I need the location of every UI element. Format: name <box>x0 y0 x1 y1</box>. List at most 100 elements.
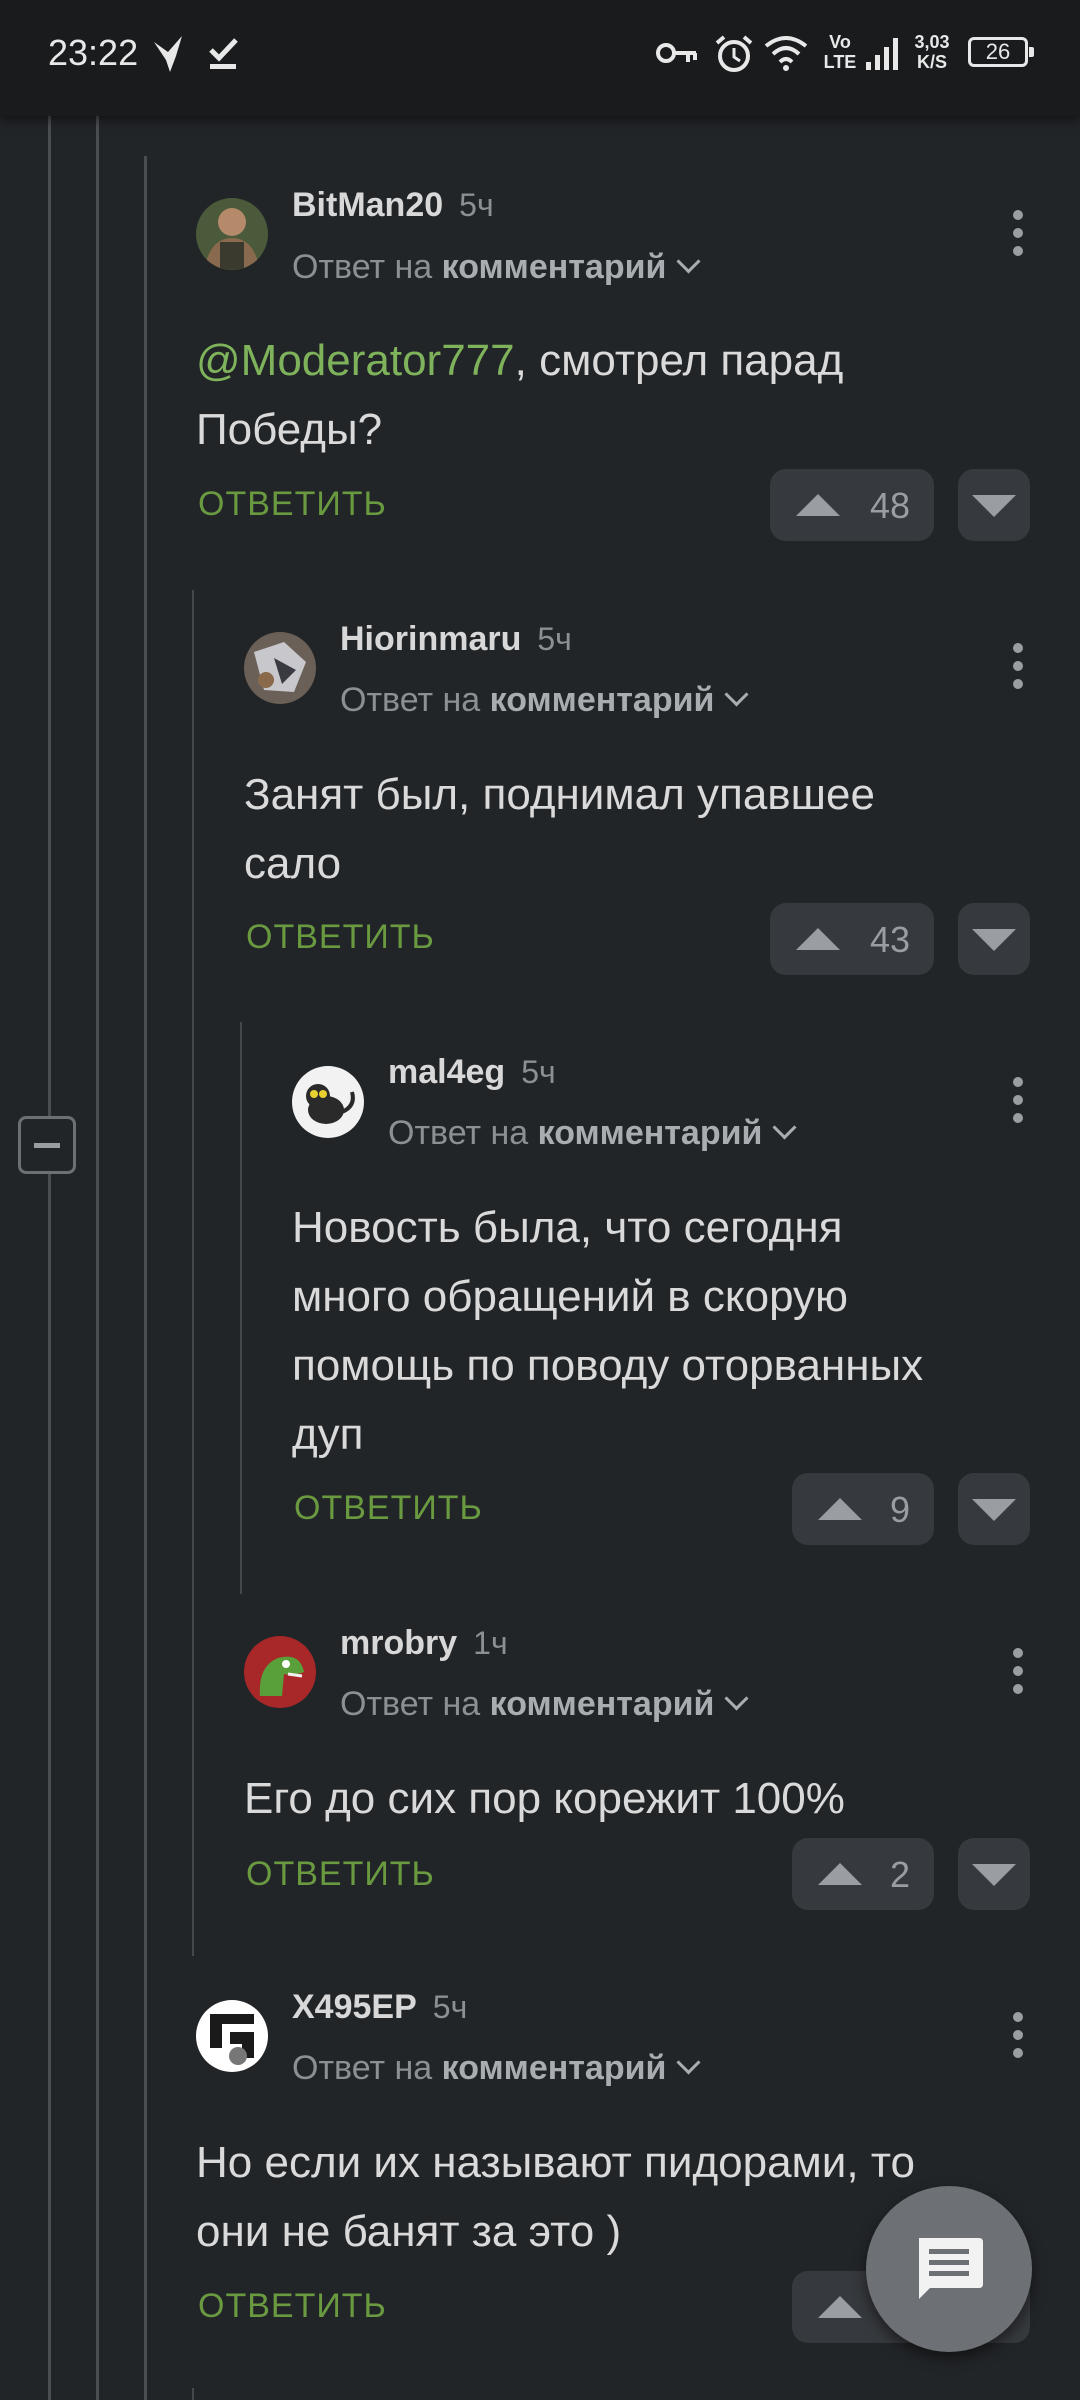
downvote-button[interactable] <box>958 1473 1030 1545</box>
comment-text-line: много обращений в скорую <box>292 1272 849 1321</box>
arrow-down-icon <box>972 1864 1016 1886</box>
reply-target[interactable]: комментарий <box>442 248 667 286</box>
author-name[interactable]: Hiorinmaru <box>340 620 521 658</box>
comment-text-line: Занят был, поднимал упавшее <box>244 770 875 819</box>
arrow-down-icon <box>972 1499 1016 1521</box>
comment-author[interactable]: BitMan20 5ч <box>292 186 494 225</box>
comment-author[interactable]: Hiorinmaru 5ч <box>340 620 572 659</box>
vote-count: 48 <box>869 485 910 526</box>
reply-to-link[interactable]: Ответ на комментарий <box>340 1685 749 1724</box>
reply-button[interactable]: ОТВЕТИТЬ <box>198 485 387 524</box>
author-name[interactable]: BitMan20 <box>292 186 443 224</box>
upvote-button[interactable]: 43 <box>770 903 934 975</box>
reply-button[interactable]: ОТВЕТИТЬ <box>246 1855 435 1894</box>
comment-text: Новость была, что сегодня много обращени… <box>292 1193 1052 1469</box>
arrow-up-icon <box>818 1863 862 1885</box>
more-options-icon[interactable] <box>1013 1077 1023 1123</box>
arrow-up-icon <box>796 494 840 516</box>
status-bar: 23:22 Vo LTE 3,03 K/S 26 <box>0 0 1080 116</box>
author-name[interactable]: X495EP <box>292 1988 417 2026</box>
reply-target[interactable]: комментарий <box>490 1685 715 1723</box>
comment-text-line: Новость была, что сегодня <box>292 1203 843 1252</box>
reply-to-link[interactable]: Ответ на комментарий <box>388 1114 797 1153</box>
write-comment-button[interactable] <box>866 2186 1032 2352</box>
comment-text: Его до сих пор корежит 100% <box>244 1764 1044 1833</box>
comment-text-line: сало <box>244 839 342 888</box>
comment-time: 5ч <box>432 1989 468 2025</box>
chevron-down-icon[interactable] <box>772 1115 797 1140</box>
comment-text: Занят был, поднимал упавшее сало <box>244 760 1044 898</box>
avatar[interactable] <box>196 198 268 270</box>
more-options-icon[interactable] <box>1013 1648 1023 1694</box>
reply-prefix: Ответ на <box>292 248 433 286</box>
reply-to-link[interactable]: Ответ на комментарий <box>292 2049 701 2088</box>
thread-line <box>48 116 51 2400</box>
reply-button[interactable]: ОТВЕТИТЬ <box>294 1489 483 1528</box>
check-icon <box>208 36 242 77</box>
comment-time: 5ч <box>537 621 572 657</box>
speed-unit: K/S <box>916 52 947 72</box>
downvote-button[interactable] <box>958 1838 1030 1910</box>
comment-icon <box>919 2238 983 2299</box>
lte-indicator: Vo LTE <box>822 32 858 72</box>
collapse-thread-button[interactable] <box>18 1116 76 1174</box>
comment-author[interactable]: mal4eg 5ч <box>388 1053 556 1092</box>
reply-prefix: Ответ на <box>292 2049 433 2087</box>
author-name[interactable]: mal4eg <box>388 1053 505 1091</box>
reply-button[interactable]: ОТВЕТИТЬ <box>246 918 435 957</box>
comment-text-line: помощь по поводу оторванных <box>292 1341 924 1390</box>
comment-author[interactable]: X495EP 5ч <box>292 1988 467 2027</box>
vote-count: 9 <box>889 1489 910 1530</box>
comment-text-line: Победы? <box>196 405 383 454</box>
reply-prefix: Ответ на <box>388 1114 529 1152</box>
reply-button[interactable]: ОТВЕТИТЬ <box>198 2287 387 2326</box>
reply-to-link[interactable]: Ответ на комментарий <box>292 248 701 287</box>
thread-line <box>96 116 99 2400</box>
reply-to-link[interactable]: Ответ на комментарий <box>340 681 749 720</box>
lte-bottom: LTE <box>823 52 857 72</box>
thread-line <box>192 2388 194 2400</box>
lte-top: Vo <box>829 32 851 52</box>
chevron-down-icon[interactable] <box>724 1686 749 1711</box>
comment-text-line: они не банят за это ) <box>196 2207 622 2256</box>
signal-icon <box>866 36 902 75</box>
user-mention[interactable]: @Moderator777 <box>196 336 515 385</box>
arrow-up-icon <box>818 2296 862 2318</box>
chevron-down-icon[interactable] <box>676 2050 701 2075</box>
reply-target[interactable]: комментарий <box>442 2049 667 2087</box>
arrow-up-icon <box>796 928 840 950</box>
comment-time: 5ч <box>459 187 494 223</box>
network-speed: 3,03 K/S <box>904 32 960 72</box>
reply-target[interactable]: комментарий <box>538 1114 763 1152</box>
status-time: 23:22 <box>48 32 139 73</box>
upvote-button[interactable]: 9 <box>792 1473 934 1545</box>
downvote-button[interactable] <box>958 469 1030 541</box>
comment-text-line: Его до сих пор корежит 100% <box>244 1774 845 1823</box>
reply-prefix: Ответ на <box>340 681 481 719</box>
more-options-icon[interactable] <box>1013 210 1023 256</box>
more-options-icon[interactable] <box>1013 2012 1023 2058</box>
chevron-down-icon[interactable] <box>676 249 701 274</box>
author-name[interactable]: mrobry <box>340 1624 457 1662</box>
downvote-button[interactable] <box>958 903 1030 975</box>
comment-time: 5ч <box>521 1054 556 1090</box>
avatar[interactable] <box>196 2000 268 2072</box>
reply-target[interactable]: комментарий <box>490 681 715 719</box>
comment-text-line: дуп <box>292 1410 364 1459</box>
thread-line <box>144 156 147 2400</box>
chevron-down-icon[interactable] <box>724 682 749 707</box>
key-icon <box>656 40 698 71</box>
wifi-icon <box>764 34 808 77</box>
avatar[interactable] <box>244 1636 316 1708</box>
upvote-button[interactable]: 48 <box>770 469 934 541</box>
avatar[interactable] <box>244 632 316 704</box>
upvote-button[interactable]: 2 <box>792 1838 934 1910</box>
reply-prefix: Ответ на <box>340 1685 481 1723</box>
comment-author[interactable]: mrobry 1ч <box>340 1624 508 1663</box>
more-options-icon[interactable] <box>1013 643 1023 689</box>
thread-line <box>240 1022 242 1594</box>
comment-text-line: Но если их называют пидорами, то <box>196 2138 915 2187</box>
avatar[interactable] <box>292 1066 364 1138</box>
alarm-icon <box>714 34 754 79</box>
comment-text-line: , смотрел парад <box>514 336 844 385</box>
